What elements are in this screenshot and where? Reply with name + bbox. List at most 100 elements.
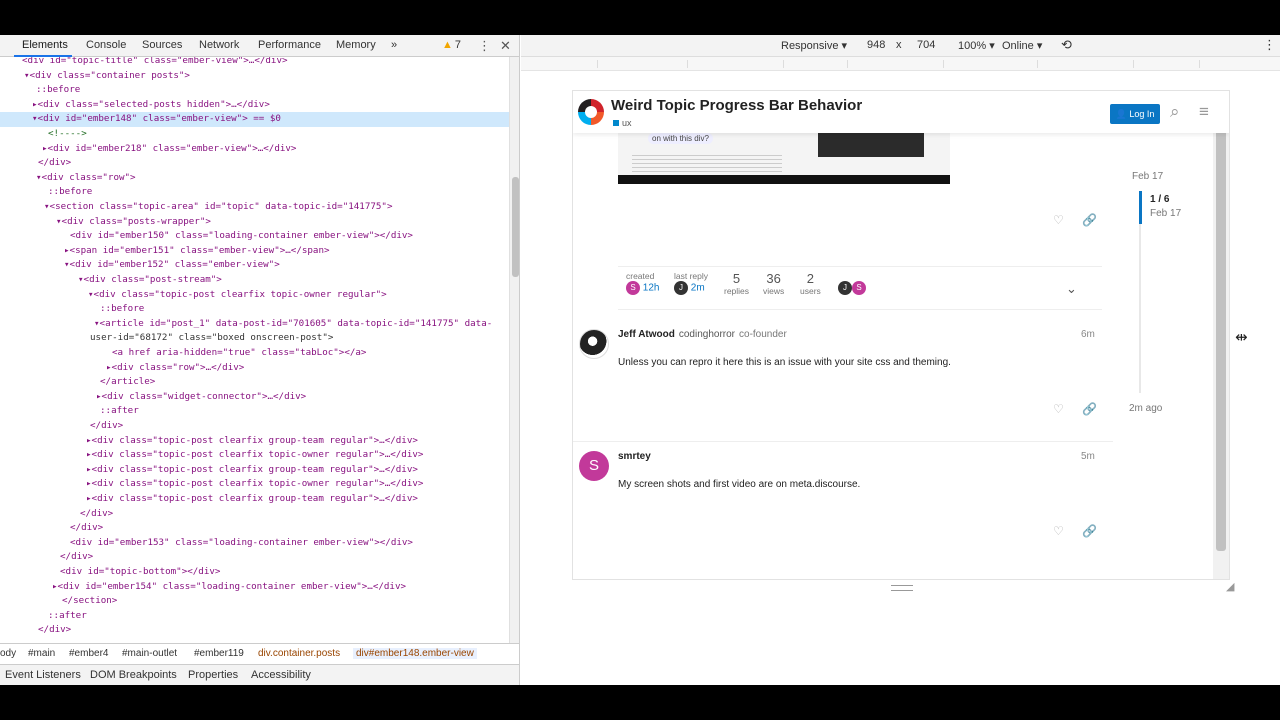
bottom-resize-handle[interactable] [891,585,913,591]
crumb-main[interactable]: #main [28,648,55,659]
like-icon[interactable]: ♡ [1053,213,1064,227]
ruler-tick[interactable] [597,60,598,68]
dom-node[interactable]: ▾<section class="topic-area" id="topic" … [0,200,509,215]
dom-node[interactable]: </div> [0,521,509,536]
dom-node[interactable]: ▾<article id="post_1" data-post-id="7016… [0,317,509,332]
like-icon[interactable]: ♡ [1053,524,1064,538]
more-tabs-icon[interactable]: » [391,39,397,51]
page-scrollbar-thumb[interactable] [1216,91,1226,551]
dom-node[interactable]: <div id="topic-bottom"></div> [0,565,509,580]
ruler-tick[interactable] [783,60,784,68]
warnings-badge[interactable]: ▲ 7 [442,39,461,51]
tab-elements[interactable]: Elements [22,39,68,51]
dom-node[interactable]: ▸<div class="topic-post clearfix group-t… [0,463,509,478]
dom-node[interactable]: ▸<div class="topic-post clearfix group-t… [0,434,509,449]
hamburger-menu-icon[interactable]: ≡ [1199,102,1209,122]
dom-node[interactable]: ▸<div class="row">…</div> [0,361,509,376]
dom-node[interactable]: ▸<div class="widget-connector">…</div> [0,390,509,405]
subtab-event-listeners[interactable]: Event Listeners [5,669,81,681]
post-author[interactable]: Jeff Atwood codinghorror co-founder [618,329,787,340]
crumb-container-posts[interactable]: div.container.posts [258,648,340,659]
ruler-tick[interactable] [943,60,944,68]
dom-node[interactable]: <!----> [0,127,509,142]
category-badge[interactable]: ux [613,118,632,128]
post-image-screenshot[interactable]: on with this div? [618,133,950,184]
share-link-icon[interactable]: 🔗 [1082,524,1097,538]
dom-node[interactable]: ▾<div class="topic-post clearfix topic-o… [0,288,509,303]
dom-node[interactable]: ::before [0,302,509,317]
post-author[interactable]: smrtey [618,451,651,462]
timeline-end[interactable]: 2m ago [1129,403,1162,414]
created-time[interactable]: S 12h [626,281,659,295]
tab-network[interactable]: Network [199,39,239,51]
device-mode-select[interactable]: Responsive ▾ [781,39,847,52]
subtab-accessibility[interactable]: Accessibility [251,669,311,681]
post-time[interactable]: 5m [1081,451,1095,462]
dom-node[interactable]: </article> [0,375,509,390]
dom-node[interactable]: ::before [0,83,509,98]
page-title[interactable]: Weird Topic Progress Bar Behavior [611,97,862,114]
ruler-tick[interactable] [687,60,688,68]
dom-node[interactable]: </div> [0,507,509,522]
ruler-tick[interactable] [847,60,848,68]
dom-node-selected[interactable]: ▾<div id="ember148" class="ember-view"> … [0,112,509,127]
last-reply-time[interactable]: J 2m [674,281,708,295]
avatar[interactable] [579,329,609,359]
dom-node[interactable]: <div id="ember150" class="loading-contai… [0,229,509,244]
dom-node[interactable]: ::before [0,185,509,200]
like-icon[interactable]: ♡ [1053,402,1064,416]
dom-node[interactable]: ::after [0,404,509,419]
dom-node[interactable]: ▾<div class="posts-wrapper"> [0,215,509,230]
dom-node[interactable]: ▸<div class="topic-post clearfix topic-o… [0,477,509,492]
crumb-body[interactable]: ody [0,648,16,659]
post-time[interactable]: 6m [1081,329,1095,340]
crumb-ember4[interactable]: #ember4 [69,648,108,659]
dom-node[interactable]: ::after [0,609,509,624]
kebab-menu-icon[interactable]: ⋮ [478,38,491,54]
tab-sources[interactable]: Sources [142,39,182,51]
dom-node[interactable]: ▸<div id="ember154" class="loading-conta… [0,580,509,595]
login-button[interactable]: 👤 Log In [1110,104,1160,124]
tab-console[interactable]: Console [86,39,126,51]
dom-node[interactable]: </section> [0,594,509,609]
site-logo[interactable] [578,99,604,125]
search-icon[interactable]: ⌕ [1170,102,1180,122]
rotate-icon[interactable]: ⟲ [1061,37,1072,53]
dom-node[interactable]: ▸<div class="topic-post clearfix group-t… [0,492,509,507]
tab-performance[interactable]: Performance [258,39,321,51]
width-input[interactable]: 948 [867,39,885,51]
device-kebab-icon[interactable]: ⋮ [1263,37,1276,53]
page-scrollbar[interactable] [1213,91,1229,579]
tab-memory[interactable]: Memory [336,39,376,51]
dom-node[interactable]: ▾<div class="row"> [0,171,509,186]
subtab-dom-breakpoints[interactable]: DOM Breakpoints [90,669,177,681]
dom-tree-scrollbar[interactable] [509,57,519,643]
dom-node[interactable]: ▸<div id="ember218" class="ember-view">…… [0,142,509,157]
dom-node[interactable]: ▸<span id="ember151" class="ember-view">… [0,244,509,259]
subtab-properties[interactable]: Properties [188,669,238,681]
ruler-tick[interactable] [1199,60,1200,68]
close-icon[interactable]: ✕ [500,38,511,54]
dom-node[interactable]: ▸<div class="selected-posts hidden">…</d… [0,98,509,113]
dom-node[interactable]: </div> [0,156,509,171]
height-input[interactable]: 704 [917,39,935,51]
topic-map-avatars[interactable]: JS [838,279,866,297]
dom-node[interactable]: <a href aria-hidden="true" class="tabLoc… [0,346,509,361]
dom-node[interactable]: ▾<div class="post-stream"> [0,273,509,288]
dom-node[interactable]: </div> [0,623,509,638]
scrollbar-thumb[interactable] [512,177,519,277]
dom-node[interactable]: </div> [0,550,509,565]
chevron-down-icon[interactable]: ⌄ [1066,281,1077,297]
ruler-tick[interactable] [1037,60,1038,68]
crumb-ember119[interactable]: #ember119 [194,648,244,659]
dom-node[interactable]: ▾<div id="ember152" class="ember-view"> [0,258,509,273]
dom-node[interactable]: <div id="topic-title" class="ember-view"… [0,57,509,69]
network-throttle-select[interactable]: Online ▾ [1002,39,1042,52]
dom-tree[interactable]: <div id="topic-title" class="ember-view"… [0,57,509,643]
timeline-handle[interactable] [1139,191,1142,224]
crumb-main-outlet[interactable]: #main-outlet [122,648,177,659]
dom-node[interactable]: user-id="68172" class="boxed onscreen-po… [0,331,509,346]
share-link-icon[interactable]: 🔗 [1082,213,1097,227]
ruler-tick[interactable] [1133,60,1134,68]
dom-node[interactable]: </div> [0,419,509,434]
